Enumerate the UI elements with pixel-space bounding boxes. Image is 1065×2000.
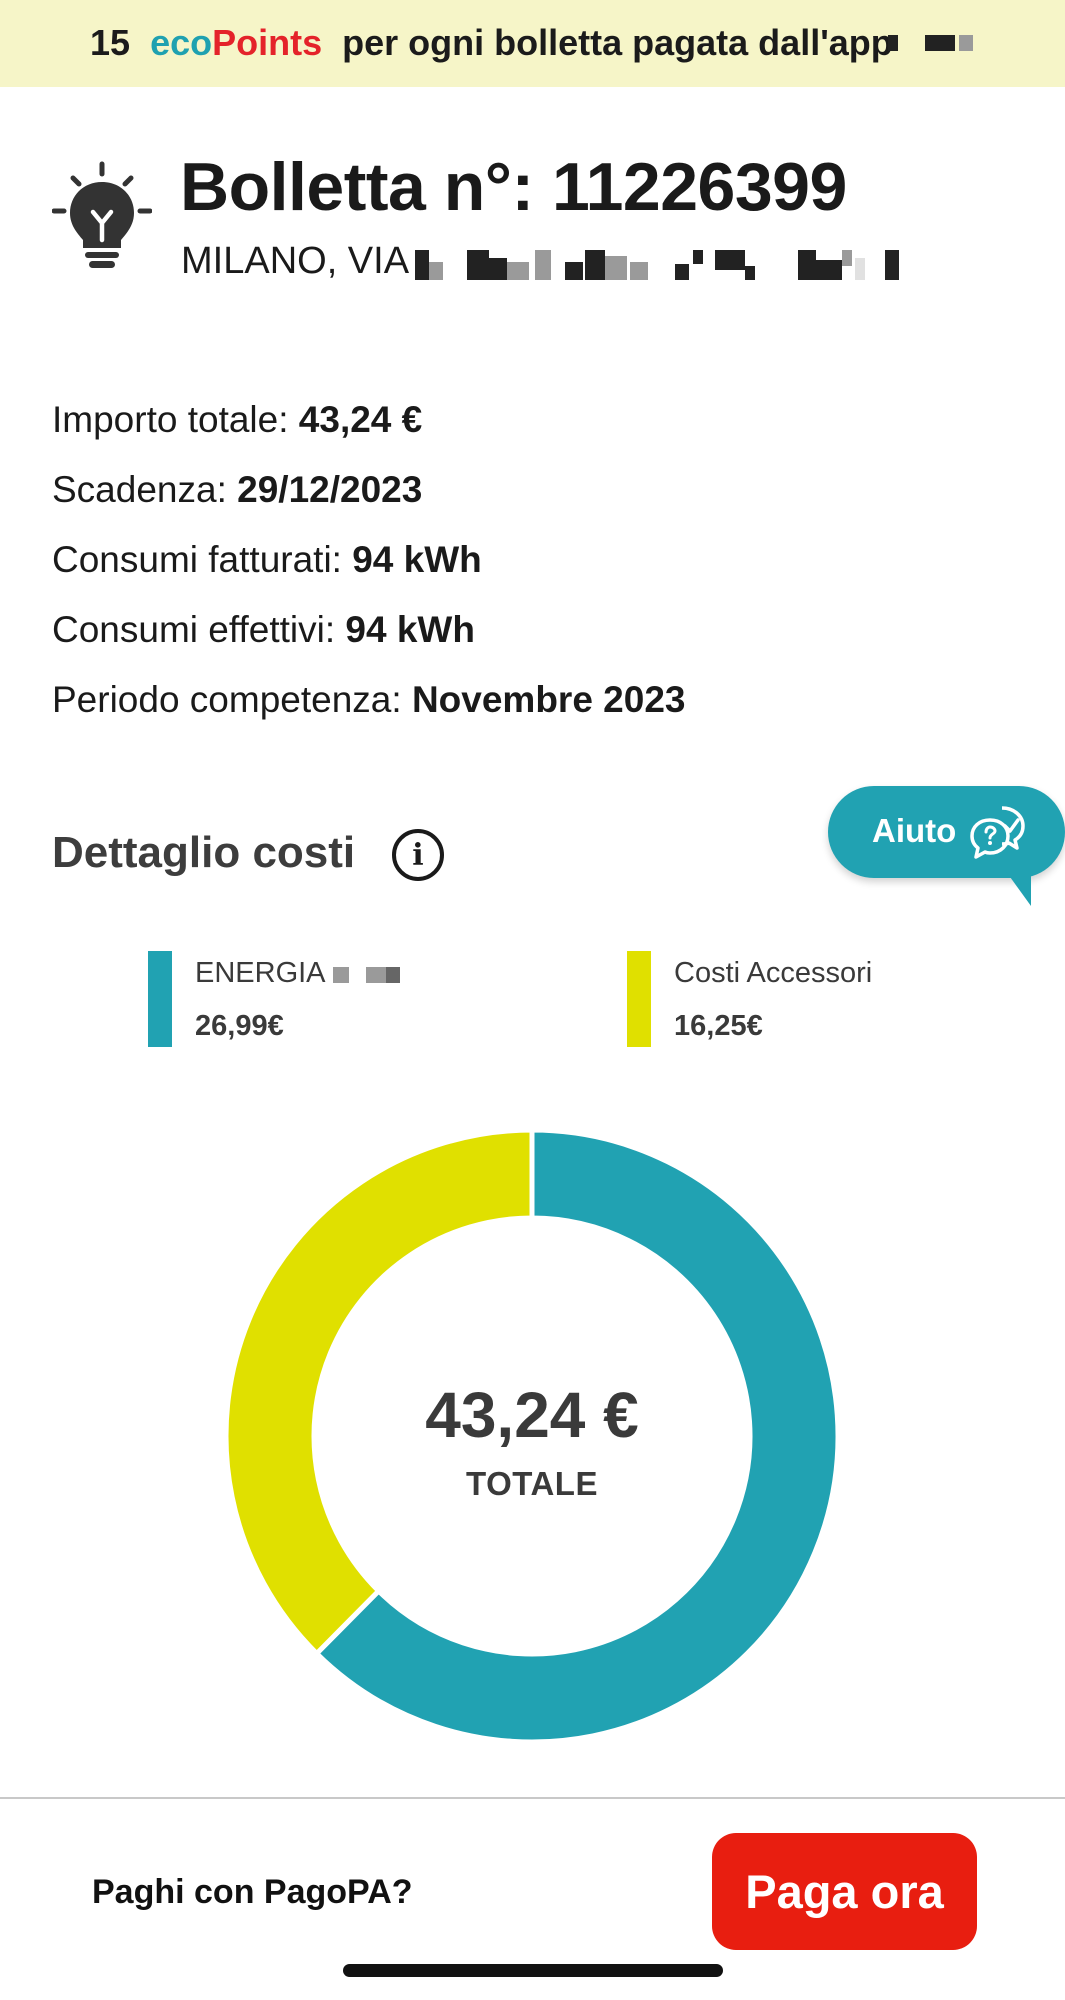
legend-redacted (333, 967, 403, 983)
lightbulb-icon (52, 161, 152, 268)
legend-swatch-costi-accessori (627, 951, 651, 1047)
banner-eco: eco (150, 22, 213, 63)
pay-now-button[interactable]: Paga ora (712, 1833, 977, 1950)
detail-row-actual-consumption: Consumi effettivi: 94 kWh (52, 607, 685, 677)
chat-bubbles-icon (970, 806, 1025, 859)
detail-row-total: Importo totale: 43,24 € (52, 397, 685, 467)
detail-value: Novembre 2023 (411, 679, 686, 720)
detail-value: 29/12/2023 (237, 469, 423, 510)
banner-message: per ogni bolletta pagata dall'app (342, 22, 893, 63)
detail-label: Consumi effettivi: (52, 609, 346, 650)
detail-row-due-date: Scadenza: 29/12/2023 (52, 467, 685, 537)
legend-swatch-energia (148, 951, 172, 1047)
legend-value-costi-accessori: 16,25€ (674, 1010, 763, 1042)
bill-address: MILANO, VIA (181, 240, 410, 282)
detail-label: Periodo competenza: (52, 679, 412, 720)
ecopoints-banner[interactable]: 15 ecoPoints per ogni bolletta pagata da… (0, 0, 1065, 87)
bill-details: Importo totale: 43,24 € Scadenza: 29/12/… (52, 397, 685, 747)
detail-value: 94 kWh (352, 539, 482, 580)
donut-total-label: TOTALE (466, 1465, 598, 1502)
home-indicator (343, 1964, 723, 1977)
help-button[interactable]: Aiuto (828, 786, 1065, 878)
banner-points-word: Points (212, 22, 323, 63)
cost-detail-title: Dettaglio costi (52, 828, 356, 877)
detail-row-billed-consumption: Consumi fatturati: 94 kWh (52, 537, 685, 607)
footer-divider (0, 1797, 1065, 1799)
legend-label-energia: ENERGIA (195, 957, 326, 989)
info-circle-icon[interactable]: i (392, 829, 444, 881)
banner-text: 15 ecoPoints per ogni bolletta pagata da… (90, 22, 893, 64)
banner-points-count: 15 (90, 22, 131, 63)
detail-label: Scadenza: (52, 469, 238, 510)
pagopa-link[interactable]: Paghi con PagoPA? (92, 1873, 413, 1912)
detail-value: 94 kWh (345, 609, 475, 650)
detail-value: 43,24 € (298, 399, 423, 440)
help-bubble-tail (1005, 870, 1031, 906)
banner-redacted (888, 34, 974, 51)
bill-title: Bolletta n°: 11226399 (180, 149, 847, 225)
detail-label: Consumi fatturati: (52, 539, 353, 580)
detail-row-period: Periodo competenza: Novembre 2023 (52, 677, 685, 747)
help-label: Aiuto (872, 812, 957, 849)
donut-total-value: 43,24 € (425, 1379, 639, 1451)
address-redacted (415, 250, 905, 282)
detail-label: Importo totale: (52, 399, 299, 440)
legend-label-costi-accessori: Costi Accessori (674, 957, 873, 989)
legend-value-energia: 26,99€ (195, 1010, 284, 1042)
